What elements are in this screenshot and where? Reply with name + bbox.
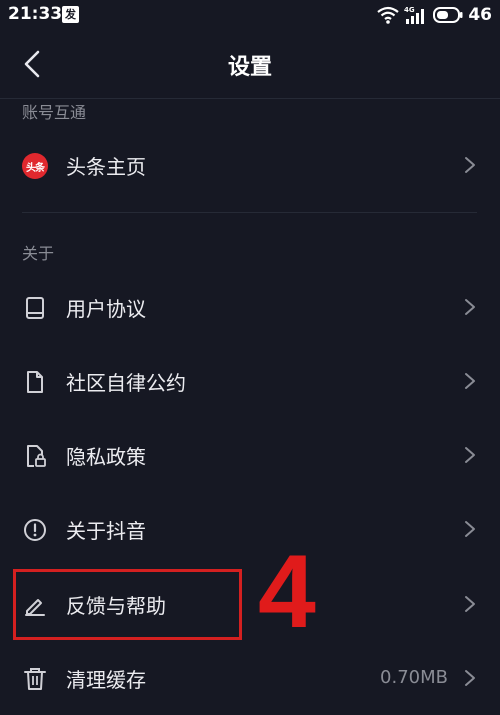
status-bar: 21:33 发 4G 46 [0, 0, 500, 30]
settings-item-label: 隐私政策 [66, 445, 146, 469]
section-label-about: 关于 [22, 244, 55, 263]
settings-item-user-agreement[interactable]: 用户协议 [0, 270, 500, 344]
document-icon [27, 371, 43, 393]
status-indicators: 4G 46 [377, 3, 492, 27]
cache-size-value: 0.70MB [380, 667, 448, 688]
chevron-right-icon [465, 521, 475, 537]
settings-item-toutiao-homepage[interactable]: 头条 头条主页 [0, 128, 500, 202]
settings-item-about-douyin[interactable]: 关于抖音 [0, 492, 500, 566]
settings-item-community-guidelines[interactable]: 社区自律公约 [0, 344, 500, 418]
trash-icon [24, 668, 46, 690]
highlight-box [13, 569, 242, 640]
toutiao-logo-icon: 头条 [22, 153, 48, 179]
chevron-right-icon [465, 596, 475, 612]
battery-level: 46 [468, 5, 492, 25]
status-time: 21:33 [8, 4, 63, 24]
header: 设置 [0, 30, 500, 98]
section-divider [22, 212, 477, 213]
chevron-right-icon [465, 373, 475, 389]
wifi-icon [377, 6, 400, 24]
settings-item-label: 社区自律公约 [66, 371, 186, 395]
settings-item-label: 用户协议 [66, 297, 146, 321]
settings-item-clear-cache[interactable]: 清理缓存 0.70MB [0, 641, 500, 715]
settings-item-label: 清理缓存 [66, 668, 146, 692]
chevron-right-icon [465, 157, 475, 173]
chevron-right-icon [465, 447, 475, 463]
chevron-right-icon [465, 670, 475, 686]
chevron-right-icon [465, 299, 475, 315]
page-title: 设置 [227, 55, 272, 80]
step-number-annotation: 4 [258, 534, 316, 650]
privacy-lock-icon [27, 445, 46, 467]
info-icon [24, 519, 46, 541]
settings-item-label: 头条主页 [66, 155, 146, 179]
section-label-account: 账号互通 [22, 103, 87, 122]
input-method-icon: 发 [62, 6, 79, 23]
book-icon [26, 297, 44, 319]
settings-item-label: 关于抖音 [66, 519, 146, 543]
battery-icon [433, 7, 463, 23]
settings-item-privacy-policy[interactable]: 隐私政策 [0, 418, 500, 492]
network-type: 4G [404, 6, 415, 14]
signal-icon: 4G [404, 6, 425, 24]
